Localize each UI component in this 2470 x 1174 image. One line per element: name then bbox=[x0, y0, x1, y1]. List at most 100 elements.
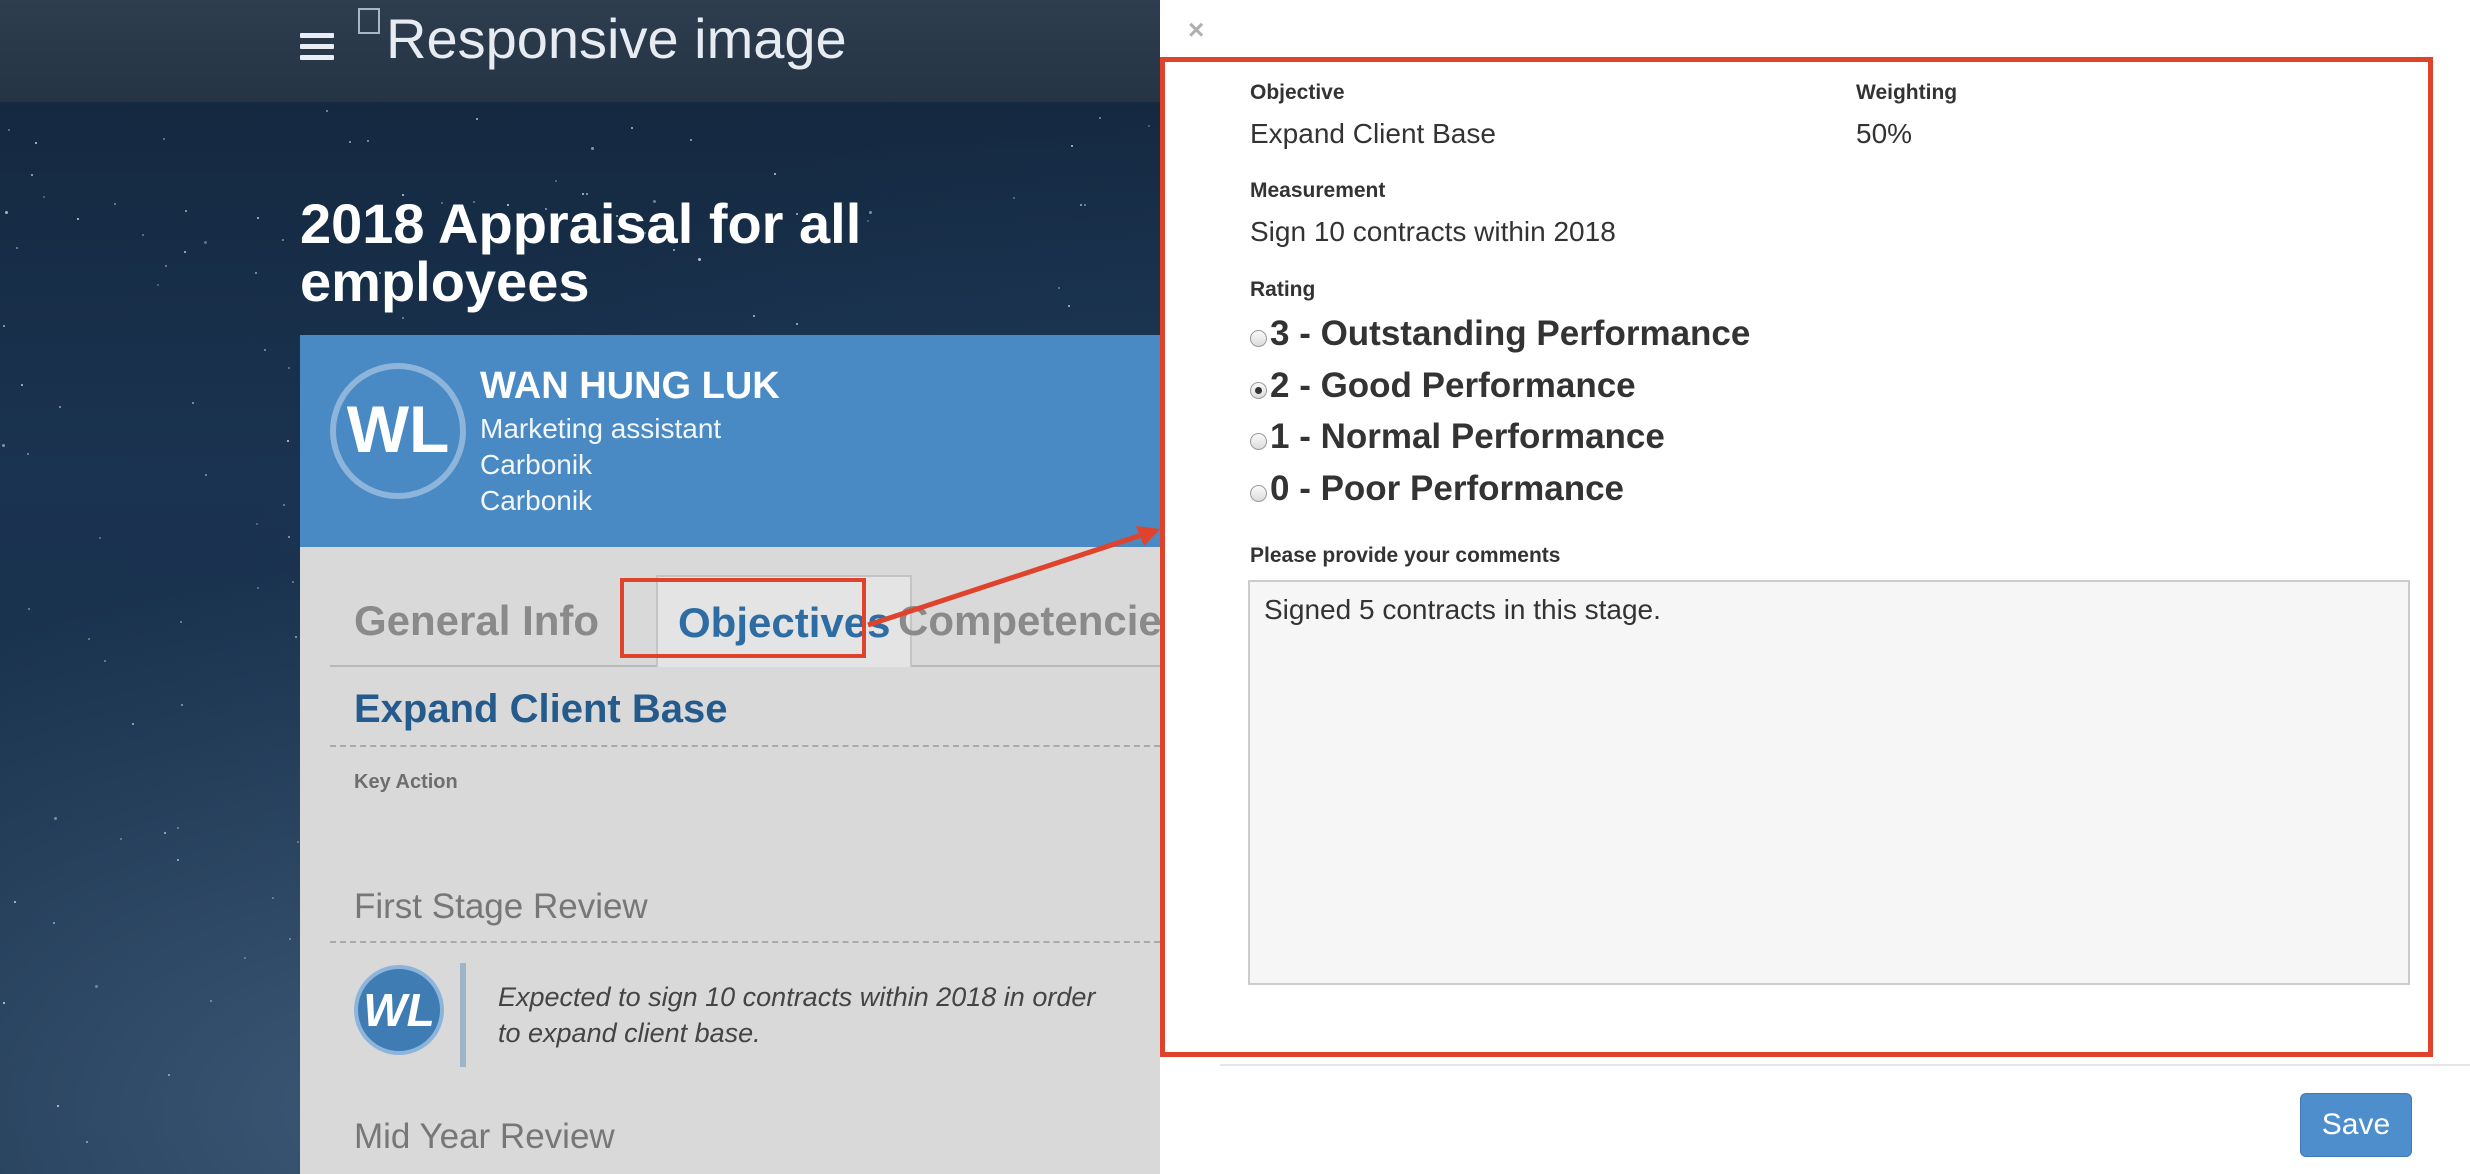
star-dot bbox=[753, 315, 755, 317]
star-dot bbox=[2, 444, 5, 447]
star-dot bbox=[27, 453, 29, 455]
star-dot bbox=[14, 901, 16, 903]
broken-image-icon bbox=[358, 8, 380, 34]
divider bbox=[330, 941, 1160, 943]
objective-title[interactable]: Expand Client Base bbox=[354, 687, 727, 732]
star-dot bbox=[204, 241, 207, 244]
star-dot bbox=[297, 841, 299, 843]
employee-header: WL WAN HUNG LUK Marketing assistant Carb… bbox=[300, 335, 1160, 547]
star-dot bbox=[255, 272, 257, 274]
top-navbar: Responsive image bbox=[0, 0, 1160, 102]
star-dot bbox=[326, 110, 328, 112]
employee-position: Marketing assistant bbox=[480, 413, 722, 444]
star-dot bbox=[292, 581, 294, 583]
star-dot bbox=[272, 897, 274, 899]
star-dot bbox=[59, 406, 61, 408]
star-dot bbox=[282, 239, 284, 241]
star-dot bbox=[796, 323, 798, 325]
star-dot bbox=[86, 1141, 88, 1143]
star-dot bbox=[21, 384, 23, 386]
star-dot bbox=[5, 211, 8, 214]
star-dot bbox=[631, 127, 633, 129]
star-dot bbox=[142, 234, 144, 236]
star-dot bbox=[35, 142, 37, 144]
star-dot bbox=[16, 247, 18, 249]
logo-image[interactable]: Responsive image bbox=[358, 6, 847, 71]
star-dot bbox=[591, 147, 594, 150]
star-dot bbox=[163, 138, 165, 140]
star-dot bbox=[28, 608, 30, 610]
star-dot bbox=[283, 504, 285, 506]
hamburger-menu-icon[interactable] bbox=[300, 33, 334, 61]
employee-department: Carbonik bbox=[480, 449, 593, 480]
employee-company: Carbonik bbox=[480, 485, 593, 516]
star-dot bbox=[205, 474, 207, 476]
save-button[interactable]: Save bbox=[2300, 1093, 2412, 1157]
star-dot bbox=[1084, 204, 1086, 206]
star-dot bbox=[104, 660, 106, 662]
star-dot bbox=[295, 636, 297, 638]
star-dot bbox=[95, 985, 98, 988]
star-dot bbox=[257, 587, 259, 589]
star-dot bbox=[54, 817, 57, 820]
star-dot bbox=[180, 621, 182, 623]
star-dot bbox=[132, 723, 134, 725]
first-stage-comment: Expected to sign 10 contracts within 201… bbox=[498, 982, 1096, 1048]
star-dot bbox=[690, 139, 692, 141]
star-dot bbox=[57, 1105, 59, 1107]
star-dot bbox=[165, 265, 167, 267]
first-stage-review-title: First Stage Review bbox=[354, 887, 648, 926]
reviewer-avatar: WL bbox=[354, 965, 444, 1055]
star-dot bbox=[1080, 204, 1082, 206]
employee-name: WAN HUNG LUK bbox=[480, 365, 780, 407]
star-dot bbox=[99, 537, 101, 539]
page-title: 2018 Appraisal for all employees bbox=[300, 192, 862, 313]
modal-highlight-box bbox=[1160, 57, 2433, 1057]
appraisal-card: WL WAN HUNG LUK Marketing assistant Carb… bbox=[300, 335, 1185, 1174]
star-dot bbox=[3, 1002, 5, 1004]
quote-bar bbox=[460, 963, 466, 1067]
star-dot bbox=[476, 118, 478, 120]
star-dot bbox=[774, 173, 776, 175]
star-dot bbox=[264, 349, 266, 351]
star-dot bbox=[1071, 145, 1073, 147]
star-dot bbox=[3, 325, 5, 327]
star-dot bbox=[192, 402, 194, 404]
star-dot bbox=[1099, 117, 1101, 119]
star-dot bbox=[120, 838, 122, 840]
star-dot bbox=[555, 180, 557, 182]
star-dot bbox=[1068, 305, 1070, 307]
star-dot bbox=[289, 938, 291, 940]
divider bbox=[330, 745, 1160, 747]
star-dot bbox=[181, 704, 183, 706]
star-dot bbox=[177, 827, 179, 829]
star-dot bbox=[177, 859, 179, 861]
star-dot bbox=[367, 140, 369, 142]
star-dot bbox=[244, 957, 246, 959]
objectives-tab-highlight bbox=[620, 578, 866, 658]
modal-footer-divider bbox=[1220, 1064, 2470, 1066]
star-dot bbox=[257, 217, 259, 219]
employee-avatar: WL bbox=[330, 363, 466, 499]
star-dot bbox=[349, 141, 351, 143]
annotation-arrow bbox=[867, 526, 1160, 628]
star-dot bbox=[287, 440, 289, 442]
star-dot bbox=[185, 210, 187, 212]
star-dot bbox=[53, 922, 55, 924]
logo-alt-text: Responsive image bbox=[386, 7, 847, 70]
star-dot bbox=[88, 638, 90, 640]
star-dot bbox=[164, 832, 166, 834]
star-dot bbox=[288, 367, 290, 369]
star-dot bbox=[256, 523, 258, 525]
star-dot bbox=[184, 251, 186, 253]
star-dot bbox=[114, 203, 116, 205]
key-action-label: Key Action bbox=[354, 771, 458, 793]
star-dot bbox=[288, 536, 290, 538]
tab-general-info[interactable]: General Info bbox=[354, 575, 599, 667]
star-dot bbox=[1148, 125, 1150, 127]
star-dot bbox=[402, 317, 404, 319]
star-dot bbox=[168, 1074, 170, 1076]
close-icon[interactable]: × bbox=[1188, 14, 1204, 46]
star-dot bbox=[210, 1000, 212, 1002]
star-dot bbox=[31, 174, 33, 176]
